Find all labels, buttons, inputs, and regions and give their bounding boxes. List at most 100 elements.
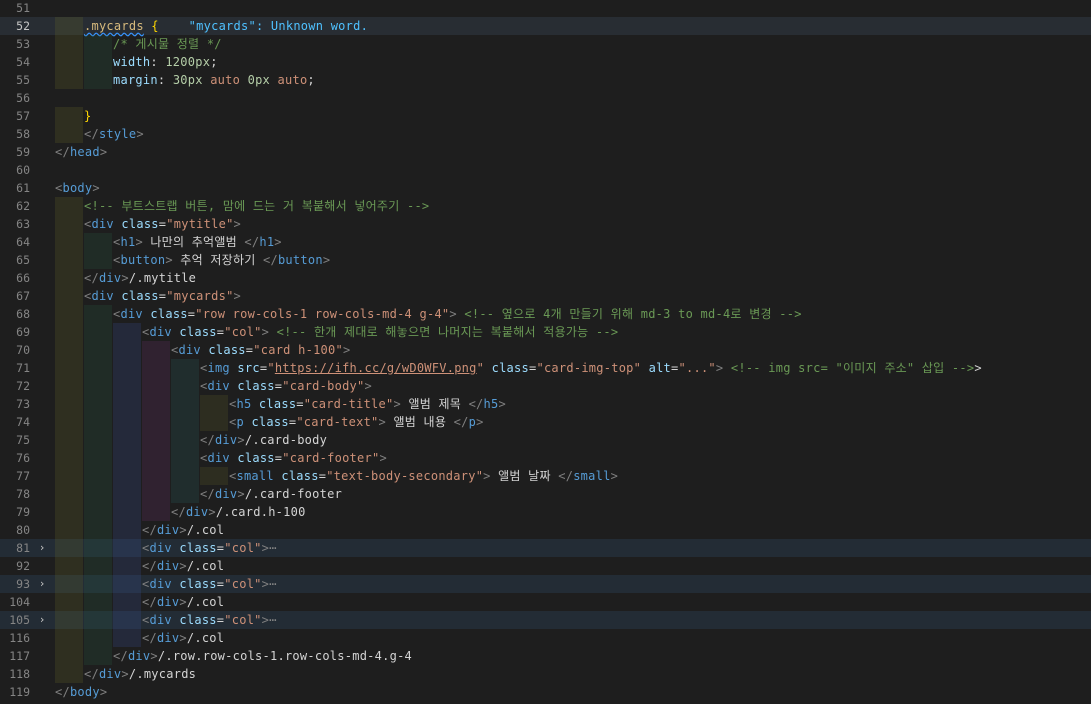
code-editor[interactable]: 51 52 .mycards { "mycards": Unknown word. 5… (0, 0, 1091, 704)
code-text: </div>/.card.h-100 (171, 503, 306, 521)
indent-guide (84, 395, 112, 413)
token: width (113, 55, 151, 69)
line-number: 54 (16, 55, 30, 69)
token: /* 게시물 정렬 */ (113, 37, 222, 51)
code-line[interactable]: 70 <div class="card h-100"> (0, 341, 1091, 359)
chevron-right-icon[interactable]: › (36, 539, 48, 557)
line-number: 67 (16, 289, 30, 303)
code-line[interactable]: 66 </div>/.mytitle (0, 269, 1091, 287)
token: > (322, 253, 331, 267)
indent-guide (55, 251, 83, 269)
code-line[interactable]: 93 › <div class="col">⋯ (0, 575, 1091, 593)
token: > (136, 127, 144, 141)
code-text: </body> (55, 683, 107, 701)
code-line[interactable]: 73 <h5 class="card-title"> 앨범 제목 </h5> (0, 395, 1091, 413)
code-line[interactable]: 63 <div class="mytitle"> (0, 215, 1091, 233)
code-line[interactable]: 61 <body> (0, 179, 1091, 197)
code-line[interactable]: 58 </style> (0, 125, 1091, 143)
token: > (179, 559, 187, 573)
indent-guide (200, 395, 228, 413)
code-line[interactable]: 75 </div>/.card-body (0, 431, 1091, 449)
code-line[interactable]: 57} (0, 107, 1091, 125)
indent-guide (84, 503, 112, 521)
code-line[interactable]: 54 width: 1200px; (0, 53, 1091, 71)
code-line[interactable]: 92 </div>/.col (0, 557, 1091, 575)
token: button (277, 253, 323, 267)
code-line[interactable]: 78 </div>/.card-footer (0, 485, 1091, 503)
line-number: 64 (16, 235, 30, 249)
token: div (149, 613, 172, 627)
code-text: <body> (55, 179, 100, 197)
token: > (135, 235, 143, 249)
code-line[interactable]: 116 </div>/.col (0, 629, 1091, 647)
token: " (476, 361, 485, 375)
token: p (236, 415, 244, 429)
indent-guide (113, 341, 141, 359)
code-line[interactable]: 118 </div>/.mycards (0, 665, 1091, 683)
code-line[interactable]: 119 </body> (0, 683, 1091, 701)
code-line[interactable]: 117 </div>/.row.row-cols-1.row-cols-md-4.… (0, 647, 1091, 665)
indent-guide (55, 341, 83, 359)
token: class (121, 289, 159, 303)
code-line[interactable]: 52 .mycards { "mycards": Unknown word. (0, 17, 1091, 35)
token: <!-- 옆으로 4개 만들기 위해 md-3 to md-4로 변경 --> (464, 307, 802, 321)
code-line[interactable]: 72 <div class="card-body"> (0, 377, 1091, 395)
code-line[interactable]: 64 <h1> 나만의 추억앨범 </h1> (0, 233, 1091, 251)
code-line[interactable]: 53 /* 게시물 정렬 */ (0, 35, 1091, 53)
line-number: 55 (16, 73, 30, 87)
line-number: 92 (16, 559, 30, 573)
code-line[interactable]: 59 </head> (0, 143, 1091, 161)
code-text: </div>/.col (142, 521, 224, 539)
code-line[interactable]: 81 › <div class="col">⋯ (0, 539, 1091, 557)
token: margin (113, 73, 158, 87)
indent-guide (84, 521, 112, 539)
indent-guide (55, 539, 83, 557)
code-line[interactable]: 55 margin: 30px auto 0px auto; (0, 71, 1091, 89)
token: > (449, 307, 457, 321)
code-line[interactable]: 67 <div class="mycards"> (0, 287, 1091, 305)
indent-guide (200, 413, 228, 431)
code-line[interactable]: 80 </div>/.col (0, 521, 1091, 539)
indent-guide (113, 503, 141, 521)
token: class (258, 397, 297, 411)
indent-guide (55, 503, 83, 521)
indent-guide (55, 593, 83, 611)
token: </ (244, 235, 260, 249)
token: div (91, 289, 114, 303)
code-line[interactable]: 60 (0, 161, 1091, 179)
code-line[interactable]: 71 <img src="https://ifh.cc/g/wD0WFV.png"… (0, 359, 1091, 377)
token: > (261, 325, 270, 339)
token: /.card-body (244, 433, 328, 447)
code-line[interactable]: 104 </div>/.col (0, 593, 1091, 611)
code-line[interactable]: 74 <p class="card-text"> 앨범 내용 </p> (0, 413, 1091, 431)
token: /.card-footer (244, 487, 343, 501)
token: src (237, 361, 260, 375)
token: div (98, 667, 122, 681)
token: </ (55, 685, 70, 699)
code-line[interactable]: 56 (0, 89, 1091, 107)
chevron-right-icon[interactable]: › (36, 575, 48, 593)
chevron-right-icon[interactable]: › (36, 611, 48, 629)
line-number: 117 (9, 649, 30, 663)
code-line[interactable]: 65 <button> 추억 저장하기 </button> (0, 251, 1091, 269)
token: 30px (172, 73, 203, 87)
code-text: <div class="row row-cols-1 row-cols-md-4… (113, 305, 802, 323)
code-text: } (84, 107, 91, 125)
code-line[interactable]: 76 <div class="card-footer"> (0, 449, 1091, 467)
code-line[interactable]: 51 (0, 0, 1091, 17)
code-line[interactable]: 68 <div class="row row-cols-1 row-cols-md… (0, 305, 1091, 323)
line-number: 60 (16, 163, 30, 177)
token: "mycards" (166, 289, 234, 303)
code-line[interactable]: 77 <small class="text-body-secondary"> 앨범… (0, 467, 1091, 485)
code-line[interactable]: 62 <!-- 부트스트랩 버튼, 맘에 드는 거 복붙해서 넣어주기 --> (0, 197, 1091, 215)
token: > (378, 415, 387, 429)
code-line[interactable]: 79 </div>/.card.h-100 (0, 503, 1091, 521)
token: /.col (186, 559, 225, 573)
token: </ (200, 433, 215, 447)
code-line[interactable]: 105 › <div class="col">⋯ (0, 611, 1091, 629)
line-number: 70 (16, 343, 30, 357)
line-number: 78 (16, 487, 30, 501)
code-line[interactable]: 69 <div class="col"> <!-- 한개 제대로 해놓으면 나머지… (0, 323, 1091, 341)
indent-guide (55, 521, 83, 539)
